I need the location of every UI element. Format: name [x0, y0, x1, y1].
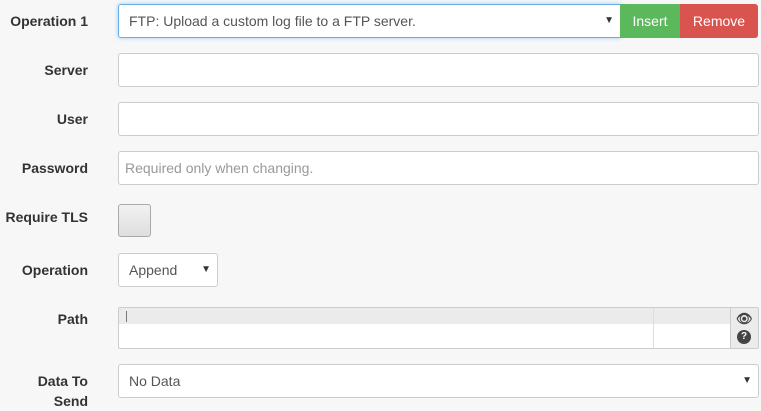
chevron-down-icon: ▼ — [604, 15, 614, 26]
password-input[interactable] — [119, 152, 758, 184]
eye-icon[interactable]: 👁 — [736, 312, 753, 326]
operation1-selected-value: FTP: Upload a custom log file to a FTP s… — [129, 13, 416, 29]
user-label: User — [56, 111, 88, 127]
server-label: Server — [44, 62, 88, 78]
path-editor[interactable]: 👁 ? — [118, 307, 759, 349]
operation-select[interactable]: Append ▼ — [118, 253, 218, 287]
server-input[interactable] — [119, 54, 758, 86]
data-to-send-selected-value: No Data — [129, 373, 181, 389]
server-field-wrap — [118, 53, 759, 87]
insert-button[interactable]: Insert — [620, 4, 680, 38]
require-tls-label: Require TLS — [5, 209, 88, 225]
data-to-send-select[interactable]: No Data ▼ — [118, 364, 759, 398]
user-input[interactable] — [119, 103, 758, 135]
path-editor-input[interactable] — [125, 326, 645, 346]
path-editor-toolbar — [119, 308, 730, 324]
chevron-down-icon: ▼ — [201, 264, 211, 275]
operation1-select[interactable]: FTP: Upload a custom log file to a FTP s… — [118, 4, 621, 38]
operation-label: Operation — [21, 262, 88, 278]
path-editor-cursor — [126, 311, 127, 322]
question-icon[interactable]: ? — [737, 330, 751, 344]
chevron-down-icon: ▼ — [742, 375, 752, 386]
operation-selected-value: Append — [129, 262, 178, 278]
user-field-wrap — [118, 102, 759, 136]
password-label: Password — [21, 160, 88, 176]
operation1-label: Operation 1 — [10, 13, 88, 29]
path-editor-divider — [653, 308, 654, 348]
require-tls-checkbox[interactable] — [118, 204, 151, 237]
remove-button[interactable]: Remove — [680, 4, 758, 38]
data-to-send-label: Data To Send — [37, 373, 88, 409]
password-field-wrap — [118, 151, 759, 185]
path-label: Path — [57, 311, 88, 327]
